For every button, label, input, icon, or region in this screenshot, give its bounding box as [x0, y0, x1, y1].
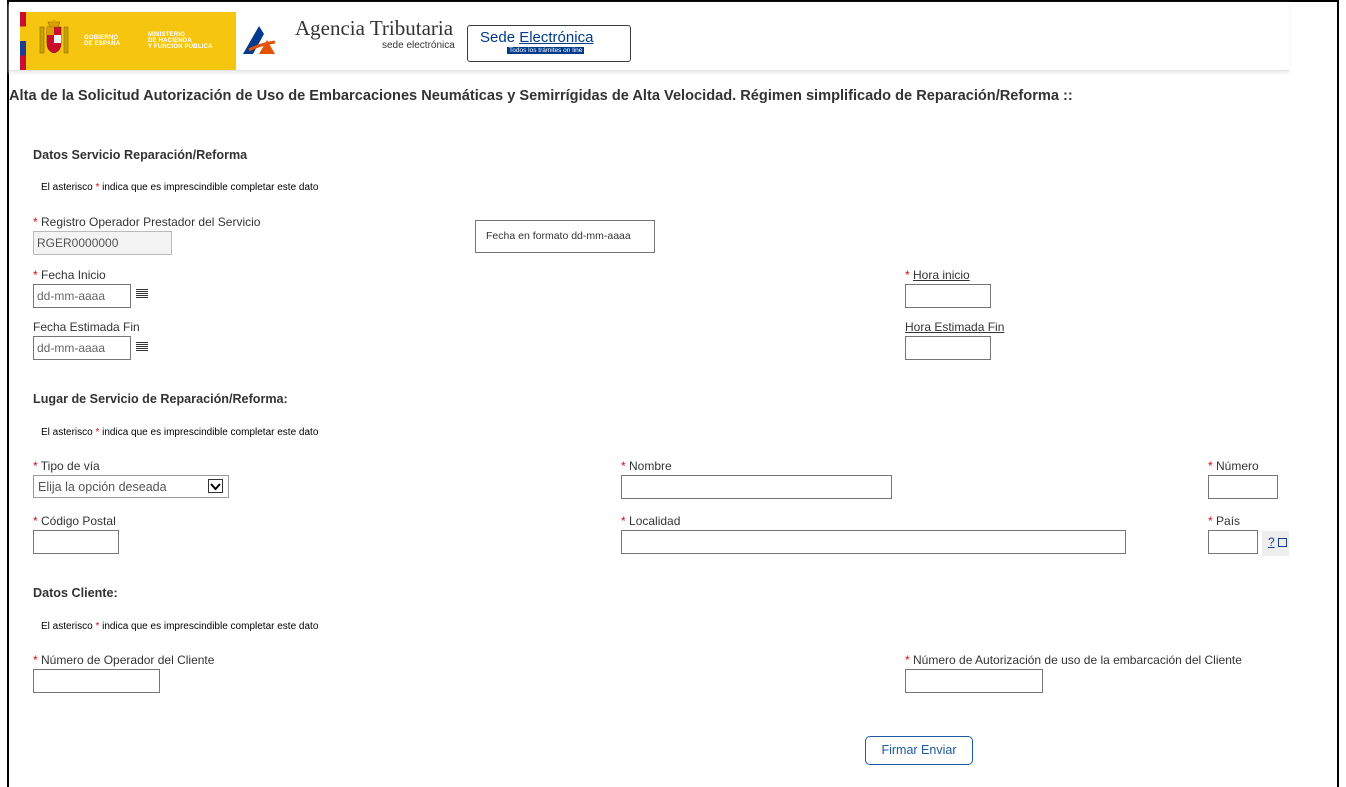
firmar-enviar-button[interactable]: Firmar Enviar: [865, 736, 973, 765]
calendar-icon[interactable]: [136, 342, 148, 353]
calendar-icon[interactable]: [136, 289, 148, 300]
nombre-input[interactable]: [621, 475, 892, 499]
help-icon: ?: [1268, 535, 1275, 549]
window-border-left: [7, 0, 9, 787]
registro-operador-label: * Registro Operador Prestador del Servic…: [33, 215, 261, 229]
required-note: El asterisco * indica que es imprescindi…: [41, 621, 319, 632]
tipo-via-selected-value: Elija la opción deseada: [38, 480, 167, 494]
operador-cliente-input[interactable]: [33, 669, 160, 693]
page-title: Alta de la Solicitud Autorización de Uso…: [9, 88, 1073, 104]
codigo-postal-label: * Código Postal: [33, 514, 116, 528]
numero-input[interactable]: [1208, 475, 1278, 499]
hora-inicio-input[interactable]: [905, 284, 991, 308]
sede-title: Sede Electrónica: [480, 29, 594, 46]
hora-fin-input[interactable]: [905, 336, 991, 360]
site-header: GOBIERNO DE ESPAÑA MINISTERIO DE HACIEND…: [9, 2, 1289, 71]
section-title-cliente: Datos Cliente:: [33, 586, 118, 600]
tipo-via-label: * Tipo de vía: [33, 459, 100, 473]
numero-label: * Número: [1208, 459, 1259, 473]
sede-subtitle: Todos los trámites on line: [507, 47, 585, 54]
date-format-tooltip: Fecha en formato dd-mm-aaaa: [475, 220, 655, 253]
required-note: El asterisco * indica que es imprescindi…: [41, 182, 319, 193]
flag-stripe: [20, 12, 26, 70]
hora-fin-label: Hora Estimada Fin: [905, 320, 1005, 334]
fecha-inicio-input[interactable]: dd-mm-aaaa: [33, 284, 131, 308]
operador-cliente-label: * Número de Operador del Cliente: [33, 653, 215, 667]
coat-of-arms-icon: [39, 19, 69, 54]
agency-name[interactable]: Agencia Tributaria: [295, 16, 453, 41]
pais-input[interactable]: [1208, 530, 1258, 554]
pais-help-button[interactable]: ?: [1262, 531, 1289, 556]
autorizacion-cliente-label: * Número de Autorización de uso de la em…: [905, 653, 1242, 667]
ministerio-text: MINISTERIO DE HACIENDA Y FUNCIÓN PÚBLICA: [148, 32, 213, 50]
codigo-postal-input[interactable]: [33, 530, 119, 554]
section-title-lugar: Lugar de Servicio de Reparación/Reforma:: [33, 392, 288, 406]
fecha-fin-input[interactable]: dd-mm-aaaa: [33, 336, 131, 360]
pais-label: * País: [1208, 514, 1241, 528]
section-title-servicio: Datos Servicio Reparación/Reforma: [33, 148, 248, 162]
required-note: El asterisco * indica que es imprescindi…: [41, 427, 319, 438]
chevron-down-icon[interactable]: [208, 479, 223, 493]
fecha-inicio-label: * Fecha Inicio: [33, 268, 106, 282]
fecha-fin-label: Fecha Estimada Fin: [33, 320, 140, 334]
hora-inicio-label: * Hora inicio: [905, 268, 970, 282]
agency-subtitle: sede electrónica: [382, 40, 455, 51]
autorizacion-cliente-input[interactable]: [905, 669, 1043, 693]
localidad-input[interactable]: [621, 530, 1126, 554]
window-border-right: [1337, 0, 1339, 787]
registro-operador-field[interactable]: RGER0000000: [33, 231, 172, 255]
popup-window-icon: [1278, 538, 1287, 547]
gobierno-text: GOBIERNO DE ESPAÑA: [84, 35, 121, 47]
gobierno-logo[interactable]: GOBIERNO DE ESPAÑA MINISTERIO DE HACIEND…: [20, 12, 236, 70]
agencia-tributaria-logo-icon[interactable]: [241, 14, 277, 64]
localidad-label: * Localidad: [621, 514, 681, 528]
nombre-label: * Nombre: [621, 459, 672, 473]
sede-electronica-logo[interactable]: Sede Electrónica Todos los trámites on l…: [467, 25, 631, 62]
tipo-via-select[interactable]: Elija la opción deseada: [33, 475, 229, 498]
